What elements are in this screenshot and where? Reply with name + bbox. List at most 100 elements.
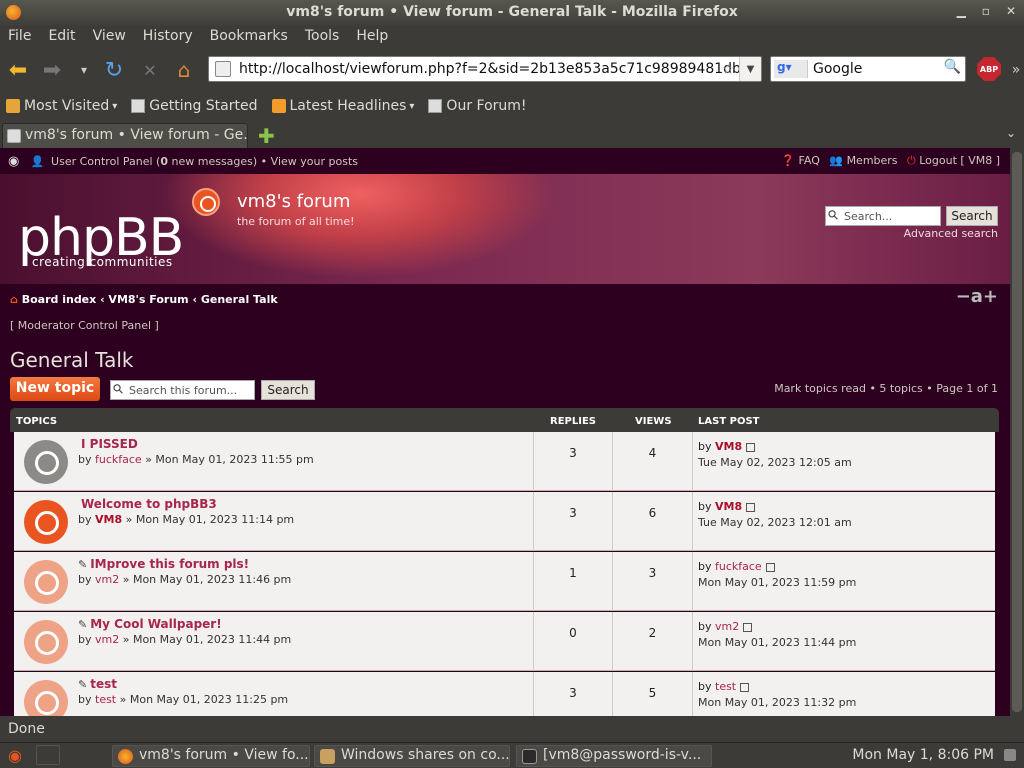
taskbar-item-shares[interactable]: Windows shares on co... bbox=[314, 745, 510, 767]
topic-author-link[interactable]: VM8 bbox=[95, 513, 122, 526]
url-dropdown-icon[interactable]: ▼ bbox=[739, 57, 761, 81]
topic-title-link[interactable]: test bbox=[90, 677, 117, 691]
tab-forum[interactable]: vm8's forum • View forum - Ge... bbox=[2, 123, 248, 148]
view-latest-post-icon[interactable] bbox=[765, 562, 775, 572]
bookmark-most-visited[interactable]: Most Visited ▾ bbox=[6, 98, 117, 114]
topic-author-link[interactable]: vm2 bbox=[95, 633, 119, 646]
topic-title-link[interactable]: I PISSED bbox=[81, 437, 138, 451]
maximize-icon[interactable]: ▫ bbox=[982, 4, 990, 18]
site-identity-icon[interactable] bbox=[215, 61, 231, 77]
tray-icon[interactable] bbox=[1004, 749, 1016, 761]
header-search-input[interactable]: Search... bbox=[825, 206, 941, 226]
breadcrumb-path[interactable]: Board index ‹ VM8's Forum ‹ General Talk bbox=[22, 293, 278, 306]
ubuntu-menu-icon[interactable]: ◉ bbox=[8, 746, 22, 765]
members-link[interactable]: Members bbox=[847, 154, 898, 167]
last-post-date: Tue May 02, 2023 12:05 am bbox=[698, 456, 852, 469]
last-post-author-link[interactable]: test bbox=[715, 680, 736, 693]
window-title: vm8's forum • View forum - General Talk … bbox=[286, 4, 738, 20]
forum-search-button[interactable]: Search bbox=[261, 380, 315, 400]
view-latest-post-icon[interactable] bbox=[740, 682, 750, 692]
search-magnifier-icon[interactable]: 🔍 bbox=[944, 59, 961, 75]
topic-views: 2 bbox=[613, 612, 693, 671]
topic-replies: 0 bbox=[533, 612, 613, 671]
last-post-author-link[interactable]: VM8 bbox=[715, 440, 742, 453]
close-icon[interactable]: ✕ bbox=[1006, 4, 1016, 18]
moderator-control-panel-link[interactable]: [ Moderator Control Panel ] bbox=[10, 319, 159, 332]
logout-link[interactable]: Logout [ VM8 ] bbox=[919, 154, 1000, 167]
firefox-launcher-icon[interactable] bbox=[36, 745, 60, 765]
user-icon: 👤 bbox=[30, 155, 45, 168]
scrollbar-thumb[interactable] bbox=[1012, 152, 1022, 712]
forum-search-input[interactable]: Search this forum... bbox=[110, 380, 255, 400]
view-latest-post-icon[interactable] bbox=[743, 622, 753, 632]
taskbar-item-firefox[interactable]: vm8's forum • View fo... bbox=[112, 745, 310, 767]
back-icon[interactable]: ⬅ bbox=[6, 58, 30, 83]
menu-tools[interactable]: Tools bbox=[305, 26, 348, 48]
toolbar-overflow-icon[interactable]: » bbox=[1004, 58, 1024, 82]
ubuntu-logo-icon bbox=[192, 188, 220, 216]
menu-help[interactable]: Help bbox=[356, 26, 396, 48]
col-last-post: LAST POST bbox=[698, 416, 760, 427]
taskbar-item-terminal[interactable]: [vm8@password-is-v... bbox=[516, 745, 712, 767]
topic-replies: 1 bbox=[533, 552, 613, 611]
stop-icon[interactable]: ✕ bbox=[138, 58, 162, 82]
menu-history[interactable]: History bbox=[143, 26, 201, 48]
forward-icon[interactable]: ➡ bbox=[40, 58, 64, 83]
ucp-link[interactable]: User Control Panel (0 new messages) • Vi… bbox=[51, 155, 358, 168]
advanced-search-link[interactable]: Advanced search bbox=[904, 227, 998, 240]
bookmark-our-forum[interactable]: Our Forum! bbox=[428, 98, 527, 114]
url-bar[interactable]: http://localhost/viewforum.php?f=2&sid=2… bbox=[208, 56, 762, 82]
topic-title-link[interactable]: IMprove this forum pls! bbox=[90, 557, 249, 571]
folder-icon bbox=[320, 749, 335, 764]
topic-status-icon bbox=[24, 440, 68, 484]
pagination-info[interactable]: Mark topics read • 5 topics • Page 1 of … bbox=[774, 382, 998, 395]
topic-author-link[interactable]: vm2 bbox=[95, 573, 119, 586]
url-text: http://localhost/viewforum.php?f=2&sid=2… bbox=[239, 61, 762, 77]
google-icon[interactable]: g▾ bbox=[774, 60, 808, 78]
last-post-date: Mon May 01, 2023 11:59 pm bbox=[698, 576, 857, 589]
tab-list-chevron-icon[interactable]: ⌄ bbox=[1006, 126, 1016, 140]
topic-replies: 3 bbox=[533, 432, 613, 491]
topic-author-link[interactable]: fuckface bbox=[95, 453, 142, 466]
pencil-icon: ✎ bbox=[78, 678, 88, 691]
bookmark-star-icon[interactable]: ☆ bbox=[722, 60, 735, 78]
topic-row[interactable]: I PISSED by fuckface » Mon May 01, 2023 1… bbox=[14, 432, 995, 491]
menu-edit[interactable]: Edit bbox=[48, 26, 83, 48]
view-latest-post-icon[interactable] bbox=[746, 442, 756, 452]
search-engine-box[interactable]: g▾ Google 🔍 bbox=[770, 56, 966, 82]
faq-link[interactable]: FAQ bbox=[799, 154, 820, 167]
logo-tagline: creating communities bbox=[32, 255, 173, 269]
menu-file[interactable]: File bbox=[8, 26, 39, 48]
new-tab-icon[interactable]: ✚ bbox=[258, 124, 275, 148]
topic-date: » Mon May 01, 2023 11:55 pm bbox=[141, 453, 314, 466]
font-size-control[interactable]: −a+ bbox=[956, 286, 998, 307]
last-post-author-link[interactable]: fuckface bbox=[715, 560, 762, 573]
minimize-icon[interactable]: ▁ bbox=[957, 4, 966, 18]
scrollbar[interactable] bbox=[1010, 148, 1024, 716]
topic-date: » Mon May 01, 2023 11:14 pm bbox=[122, 513, 295, 526]
clock[interactable]: Mon May 1, 8:06 PM bbox=[852, 747, 994, 763]
last-post-author-link[interactable]: vm2 bbox=[715, 620, 739, 633]
home-icon: ⌂ bbox=[10, 293, 18, 306]
home-icon[interactable]: ⌂ bbox=[172, 58, 196, 82]
topic-row[interactable]: Welcome to phpBB3 by VM8 » Mon May 01, 20… bbox=[14, 492, 995, 551]
topic-status-icon bbox=[24, 680, 68, 716]
bookmark-getting-started[interactable]: Getting Started bbox=[131, 98, 258, 114]
topic-title-link[interactable]: Welcome to phpBB3 bbox=[81, 497, 217, 511]
header-search-button[interactable]: Search bbox=[946, 206, 998, 226]
new-topic-button[interactable]: New topic bbox=[10, 377, 100, 401]
topic-row[interactable]: ✎ test by test » Mon May 01, 2023 11:25 pm… bbox=[14, 672, 995, 716]
menu-view[interactable]: View bbox=[93, 26, 134, 48]
topic-row[interactable]: ✎ IMprove this forum pls! by vm2 » Mon May… bbox=[14, 552, 995, 611]
bookmark-latest-headlines[interactable]: Latest Headlines ▾ bbox=[271, 98, 414, 114]
topic-title-link[interactable]: My Cool Wallpaper! bbox=[90, 617, 221, 631]
menu-bookmarks[interactable]: Bookmarks bbox=[210, 26, 296, 48]
reload-icon[interactable]: ↻ bbox=[102, 58, 126, 83]
topic-author-link[interactable]: test bbox=[95, 693, 116, 706]
tab-bar: vm8's forum • View forum - Ge... bbox=[0, 120, 1024, 148]
topic-views: 3 bbox=[613, 552, 693, 611]
view-latest-post-icon[interactable] bbox=[746, 502, 756, 512]
topic-row[interactable]: ✎ My Cool Wallpaper! by vm2 » Mon May 01, … bbox=[14, 612, 995, 671]
last-post-author-link[interactable]: VM8 bbox=[715, 500, 742, 513]
history-dropdown-icon[interactable]: ▾ bbox=[72, 58, 96, 82]
